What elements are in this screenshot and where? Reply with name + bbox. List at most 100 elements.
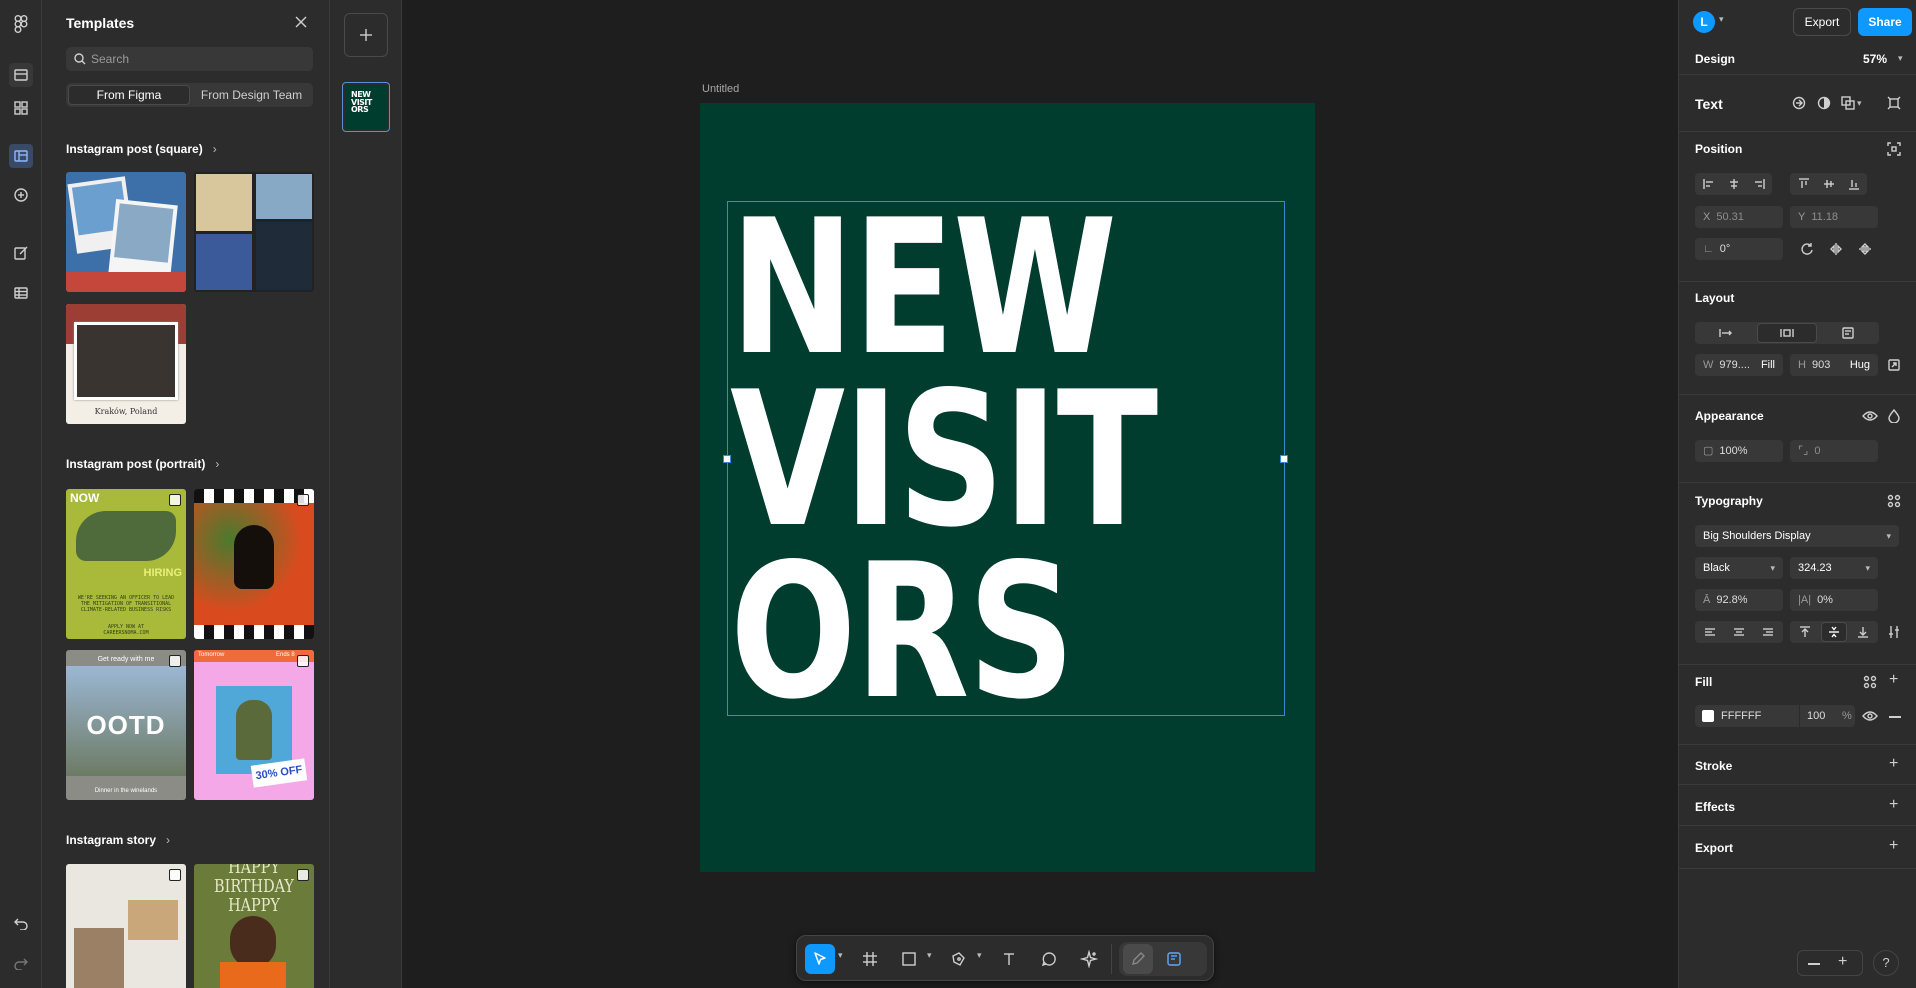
line-height-field[interactable]: Ā 92.8% [1695, 589, 1783, 611]
text-layer-selection[interactable]: NEW VISIT ORS [723, 195, 1288, 725]
page-thumbnail[interactable]: NEW VISIT ORS [342, 82, 390, 132]
chevron-down-icon[interactable]: ▾ [1898, 53, 1903, 64]
search-input[interactable]: Search [66, 47, 313, 71]
text-settings-icon[interactable] [1885, 623, 1903, 641]
fill-color-field[interactable]: FFFFFF 100 % [1695, 705, 1855, 727]
export-button[interactable]: Export [1793, 8, 1851, 36]
move-tool-button[interactable] [805, 944, 835, 974]
font-weight-select[interactable]: Black ▾ [1695, 557, 1783, 579]
tab-design[interactable]: Design [1695, 52, 1735, 66]
letter-spacing-field[interactable]: |A| 0% [1790, 589, 1878, 611]
chevron-down-icon[interactable]: ▾ [1857, 98, 1862, 109]
align-center-h-icon[interactable] [1725, 175, 1743, 193]
templates-icon[interactable] [9, 144, 33, 168]
mask-icon[interactable] [1815, 94, 1833, 112]
pen-tool-button[interactable] [944, 944, 974, 974]
width-field[interactable]: W 979.... Fill [1695, 354, 1783, 376]
undo-icon[interactable] [9, 912, 33, 936]
add-export-button[interactable]: + [1889, 837, 1898, 855]
section-instagram-story[interactable]: Instagram story › [66, 833, 170, 847]
align-middle-icon[interactable] [1820, 175, 1838, 193]
opacity-field[interactable]: ▢ 100% [1695, 440, 1783, 462]
fill-visibility-eye-icon[interactable] [1861, 707, 1879, 725]
w-mode[interactable]: Fill [1761, 354, 1775, 376]
align-bottom-icon[interactable] [1845, 175, 1863, 193]
text-align-middle-icon[interactable] [1825, 623, 1843, 641]
font-family-select[interactable]: Big Shoulders Display ▾ [1695, 525, 1899, 547]
height-field[interactable]: H 903 Hug [1790, 354, 1878, 376]
template-thumb-story-collage[interactable] [66, 864, 186, 988]
component-icon[interactable] [1790, 94, 1808, 112]
redo-icon[interactable] [9, 952, 33, 976]
section-instagram-square[interactable]: Instagram post (square) › [66, 142, 217, 156]
template-thumb-polaroids[interactable] [66, 172, 186, 292]
boolean-icon[interactable] [1839, 94, 1857, 112]
text-align-left-icon[interactable] [1701, 623, 1719, 641]
chevron-down-icon[interactable]: ▾ [1719, 14, 1724, 25]
frame-name-label[interactable]: Untitled [702, 83, 739, 95]
share-button[interactable]: Share [1858, 8, 1912, 36]
template-thumb-ootd[interactable]: Get ready with me OOTD Dinner in the win… [66, 650, 186, 800]
tab-from-design-team[interactable]: From Design Team [192, 85, 311, 105]
text-layer-content[interactable]: NEW VISIT ORS [730, 195, 1158, 725]
fill-width-icon[interactable] [1778, 324, 1796, 342]
add-page-button[interactable] [344, 13, 388, 57]
rotation-field[interactable]: ∟ 0° [1695, 238, 1783, 260]
text-align-bottom-icon[interactable] [1854, 623, 1872, 641]
edit-icon[interactable] [9, 241, 33, 265]
comment-tool-button[interactable] [1034, 944, 1064, 974]
y-field[interactable]: Y 11.18 [1790, 206, 1878, 228]
ai-tool-button[interactable] [1074, 944, 1104, 974]
chevron-down-icon[interactable]: ▾ [977, 950, 982, 961]
fill-swatch[interactable] [1702, 710, 1714, 722]
font-size-field[interactable]: 324.23 ▾ [1790, 557, 1878, 579]
fill-styles-icon[interactable] [1861, 673, 1879, 691]
chevron-down-icon[interactable]: ▾ [838, 950, 843, 961]
x-field[interactable]: X 50.31 [1695, 206, 1783, 228]
template-thumb-portrait-orange[interactable] [194, 489, 314, 639]
add-fill-button[interactable]: + [1889, 671, 1898, 689]
add-effect-button[interactable]: + [1889, 796, 1898, 814]
close-icon[interactable] [293, 14, 309, 30]
text-tool-button[interactable] [994, 944, 1024, 974]
section-instagram-portrait[interactable]: Instagram post (portrait) › [66, 457, 219, 471]
align-top-icon[interactable] [1795, 175, 1813, 193]
template-thumb-now-hiring[interactable]: NOW HIRING WE'RE SEEKING AN OFFICER TO L… [66, 489, 186, 639]
canvas[interactable]: Untitled NEW VISIT ORS ▾ ▾ ▾ [402, 0, 1678, 988]
drop-icon[interactable] [1885, 407, 1903, 425]
rotate-icon[interactable] [1798, 240, 1816, 258]
fixed-width-icon[interactable] [1717, 324, 1735, 342]
help-icon[interactable]: ? [1873, 950, 1899, 976]
template-thumb-30-off[interactable]: Tomorrow Ends 8 30% OFF [194, 650, 314, 800]
flip-horizontal-icon[interactable] [1827, 240, 1845, 258]
resize-to-fit-icon[interactable] [1885, 94, 1903, 112]
zoom-in-icon[interactable]: + [1838, 953, 1847, 971]
frame-tool-button[interactable] [855, 944, 885, 974]
layers-icon[interactable] [9, 63, 33, 87]
shape-tool-button[interactable] [894, 944, 924, 974]
tab-from-figma[interactable]: From Figma [68, 85, 190, 105]
text-align-right-icon[interactable] [1759, 623, 1777, 641]
h-mode[interactable]: Hug [1850, 354, 1870, 376]
align-right-icon[interactable] [1750, 175, 1768, 193]
eye-icon[interactable] [1861, 407, 1879, 425]
template-thumb-krakow[interactable]: Kraków, Poland [66, 304, 186, 424]
corner-radius-field[interactable]: ⌜⌟ 0 [1790, 440, 1878, 462]
design-frame[interactable]: NEW VISIT ORS [700, 103, 1315, 872]
zoom-out-icon[interactable] [1808, 963, 1820, 965]
table-icon[interactable] [9, 281, 33, 305]
text-styles-icon[interactable] [1885, 492, 1903, 510]
constrain-proportions-icon[interactable] [1885, 356, 1903, 374]
figma-menu-icon[interactable] [9, 12, 33, 36]
dev-mode-button[interactable] [1159, 944, 1189, 974]
resize-handle-right[interactable] [1280, 455, 1288, 463]
zoom-level[interactable]: 57% [1863, 52, 1887, 66]
remove-fill-icon[interactable] [1889, 716, 1901, 718]
avatar[interactable]: L [1693, 11, 1715, 33]
text-align-top-icon[interactable] [1796, 623, 1814, 641]
flip-vertical-icon[interactable] [1856, 240, 1874, 258]
template-thumb-birthday[interactable]: HAPPY BIRTHDAY HAPPY [194, 864, 314, 988]
text-align-center-icon[interactable] [1730, 623, 1748, 641]
template-thumb-grid[interactable] [194, 172, 314, 292]
draw-mode-button[interactable] [1123, 944, 1153, 974]
